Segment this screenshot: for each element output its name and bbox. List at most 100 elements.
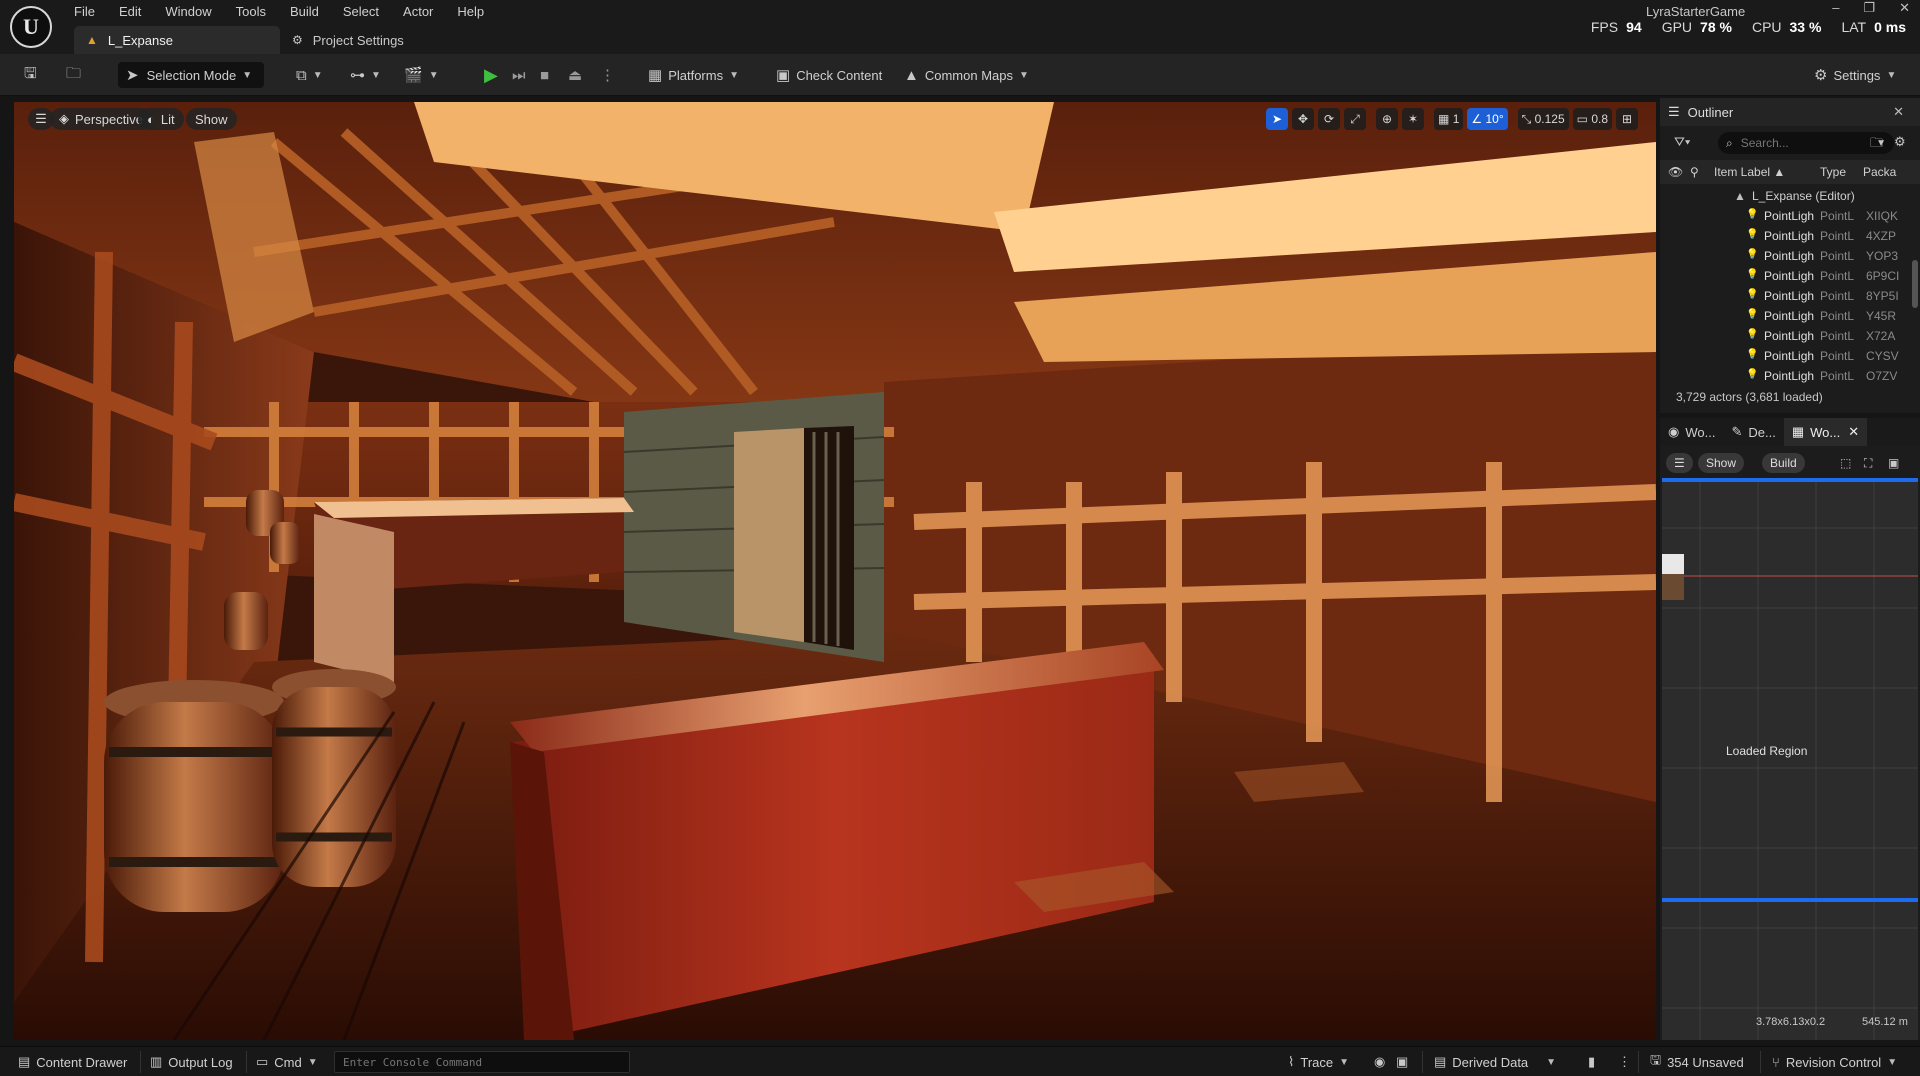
cmd-dropdown[interactable]: ▭ Cmd ▼ — [256, 1051, 318, 1073]
menu-edit[interactable]: Edit — [107, 2, 153, 22]
visibility-eye-icon[interactable]: 👁 — [1668, 165, 1683, 179]
show-dropdown[interactable]: Show — [186, 108, 237, 130]
cinematics-button[interactable]: 🎬 ▼ — [404, 62, 439, 88]
scale-snap-value: 0.125 — [1534, 112, 1565, 126]
menu-tools[interactable]: Tools — [224, 2, 278, 22]
outliner-row-package: 8YP5I — [1866, 289, 1899, 303]
add-actor-button[interactable]: ⧉ ▼ — [296, 62, 323, 88]
outliner-row-package: O7ZV — [1866, 369, 1898, 383]
outliner-row[interactable]: 💡 PointLigh PointL 4XZP — [1660, 226, 1914, 246]
surface-snap-icon[interactable]: ✶ — [1402, 108, 1424, 130]
record-button[interactable]: ◉ — [1374, 1051, 1391, 1073]
column-type[interactable]: Type — [1820, 165, 1846, 179]
browse-button[interactable]: 🗀 — [66, 62, 81, 88]
unsaved-button[interactable]: 🖫 354 Unsaved — [1650, 1051, 1744, 1073]
close-icon[interactable]: ✕ — [1848, 424, 1859, 440]
tab-world-settings[interactable]: ◉ Wo... — [1660, 418, 1723, 446]
wp-build-button[interactable]: Build — [1762, 453, 1805, 473]
stop-button[interactable]: ■ — [540, 62, 549, 88]
menu-file[interactable]: File — [62, 2, 107, 22]
scale-tool-icon[interactable]: ⤢ — [1344, 108, 1366, 130]
platforms-dropdown[interactable]: ▦ Platforms ▼ — [648, 62, 739, 88]
gear-icon[interactable]: ⚙ — [1894, 134, 1906, 150]
wp-fit-icon[interactable]: ⛶ — [1864, 456, 1872, 471]
trace-dropdown[interactable]: ⌇ Trace ▼ — [1288, 1051, 1349, 1073]
select-tool-icon[interactable]: ➤ — [1266, 108, 1288, 130]
outliner-row[interactable]: 💡 PointLigh PointL YOP3 — [1660, 246, 1914, 266]
network-button[interactable]: ▮ — [1588, 1051, 1601, 1073]
wp-menu-button[interactable]: ☰ — [1666, 453, 1693, 473]
outliner-search[interactable]: ⌕ ▼ — [1718, 132, 1894, 154]
outliner-row[interactable]: 💡 PointLigh PointL 8YP5I — [1660, 286, 1914, 306]
menu-help[interactable]: Help — [445, 2, 496, 22]
rotate-tool-icon[interactable]: ⟳ — [1318, 108, 1340, 130]
outliner-row[interactable]: 💡 PointLigh PointL 6P9CI — [1660, 266, 1914, 286]
menu-select[interactable]: Select — [331, 2, 391, 22]
tab-world-partition[interactable]: ▦ Wo... ✕ — [1783, 418, 1868, 446]
perspective-dropdown[interactable]: ◈ Perspective — [50, 108, 152, 130]
translate-tool-icon[interactable]: ✥ — [1292, 108, 1314, 130]
outliner-row-label: PointLigh — [1764, 349, 1815, 363]
add-folder-icon[interactable]: 🗀 — [1870, 134, 1883, 156]
close-icon[interactable]: ✕ — [1893, 104, 1904, 120]
step-button[interactable]: ⏭ — [512, 62, 526, 88]
status-more-button[interactable]: ⋮ — [1618, 1051, 1637, 1073]
world-partition-map[interactable]: Loaded Region 3.78x6.13x0.2 545.12 m — [1662, 478, 1918, 1040]
close-icon[interactable]: ✕ — [1899, 0, 1910, 16]
selection-mode-dropdown[interactable]: ➤ Selection Mode ▼ — [118, 62, 264, 88]
eject-button[interactable]: ⏏ — [568, 62, 582, 88]
grid-snap-toggle[interactable]: ▦ 1 — [1434, 108, 1464, 130]
lit-dropdown[interactable]: ◐ Lit — [138, 108, 184, 130]
revision-control-dropdown[interactable]: ⑂ Revision Control ▼ — [1772, 1051, 1897, 1073]
outliner-search-input[interactable] — [1740, 136, 1861, 150]
maximize-icon[interactable]: ❐ — [1863, 0, 1875, 16]
outliner-tab[interactable]: ☰ Outliner — [1660, 98, 1920, 126]
common-maps-dropdown[interactable]: ▲ Common Maps ▼ — [904, 62, 1029, 88]
wp-select-icon[interactable]: ⬚ — [1840, 456, 1851, 470]
rotation-snap-toggle[interactable]: ∠ 10° — [1467, 108, 1508, 130]
tab-details[interactable]: ✎ De... — [1723, 418, 1783, 446]
settings-dropdown[interactable]: ⚙ Settings ▼ — [1814, 62, 1896, 88]
derived-data-dropdown[interactable]: ▤ Derived Data ▼ — [1434, 1051, 1556, 1073]
menu-build[interactable]: Build — [278, 2, 331, 22]
wp-snapshot-icon[interactable]: ▣ — [1888, 456, 1899, 470]
camera-speed-button[interactable]: ▭ 0.8 — [1572, 108, 1612, 130]
play-button[interactable]: ▶ — [484, 62, 498, 88]
outliner-row-type: PointL — [1820, 269, 1855, 283]
menu-window[interactable]: Window — [153, 2, 223, 22]
unreal-logo-icon[interactable]: U — [10, 6, 52, 48]
chevron-down-icon: ▼ — [1887, 1056, 1898, 1068]
check-content-button[interactable]: ▣ Check Content — [776, 62, 882, 88]
outliner-row[interactable]: 💡 PointLigh PointL CYSV — [1660, 346, 1914, 366]
output-log-button[interactable]: ▥ Output Log — [150, 1051, 233, 1073]
outliner-scrollbar[interactable] — [1912, 260, 1918, 308]
pin-icon[interactable]: ⚲ — [1690, 165, 1699, 179]
chevron-down-icon: ▼ — [242, 69, 253, 81]
menu-actor[interactable]: Actor — [391, 2, 445, 22]
outliner-row[interactable]: 💡 PointLigh PointL X72A — [1660, 326, 1914, 346]
outliner-row[interactable]: 💡 PointLigh PointL O7ZV — [1660, 366, 1914, 386]
outliner-row-type: PointL — [1820, 329, 1855, 343]
outliner-row[interactable]: 💡 PointLigh PointL XIIQK — [1660, 206, 1914, 226]
minimize-icon[interactable]: – — [1832, 0, 1839, 16]
output-log-label: Output Log — [168, 1054, 233, 1070]
level-viewport[interactable]: ☰ ◈ Perspective ◐ Lit Show ➤ ✥ ⟳ ⤢ ⊕ ✶ ▦ 1… — [14, 102, 1656, 1040]
column-package[interactable]: Packa — [1863, 165, 1896, 179]
wp-show-button[interactable]: Show — [1698, 453, 1745, 473]
column-item-label[interactable]: Item Label ▲ — [1714, 165, 1785, 179]
outliner-root-row[interactable]: ▲ L_Expanse (Editor) — [1660, 186, 1914, 206]
filter-icon[interactable]: ⛛▾ — [1674, 134, 1690, 150]
scale-snap-toggle[interactable]: ⤡ 0.125 — [1517, 108, 1569, 130]
tab-project-settings[interactable]: ⚙ Project Settings — [286, 26, 446, 54]
viewport-layout-icon[interactable]: ⊞ — [1616, 108, 1638, 130]
save-button[interactable]: 🖫 — [24, 62, 37, 88]
world-space-icon[interactable]: ⊕ — [1376, 108, 1398, 130]
blueprint-icon: ⊶ — [350, 67, 365, 84]
blueprints-button[interactable]: ⊶ ▼ — [350, 62, 381, 88]
screenshot-button[interactable]: ▣ — [1396, 1051, 1414, 1073]
play-options-button[interactable]: ⋮ — [600, 62, 615, 88]
console-command-input[interactable] — [334, 1051, 630, 1073]
outliner-row[interactable]: 💡 PointLigh PointL Y45R — [1660, 306, 1914, 326]
content-drawer-button[interactable]: ▤ Content Drawer — [18, 1051, 127, 1073]
tab-level[interactable]: ▲ L_Expanse — [74, 26, 280, 54]
